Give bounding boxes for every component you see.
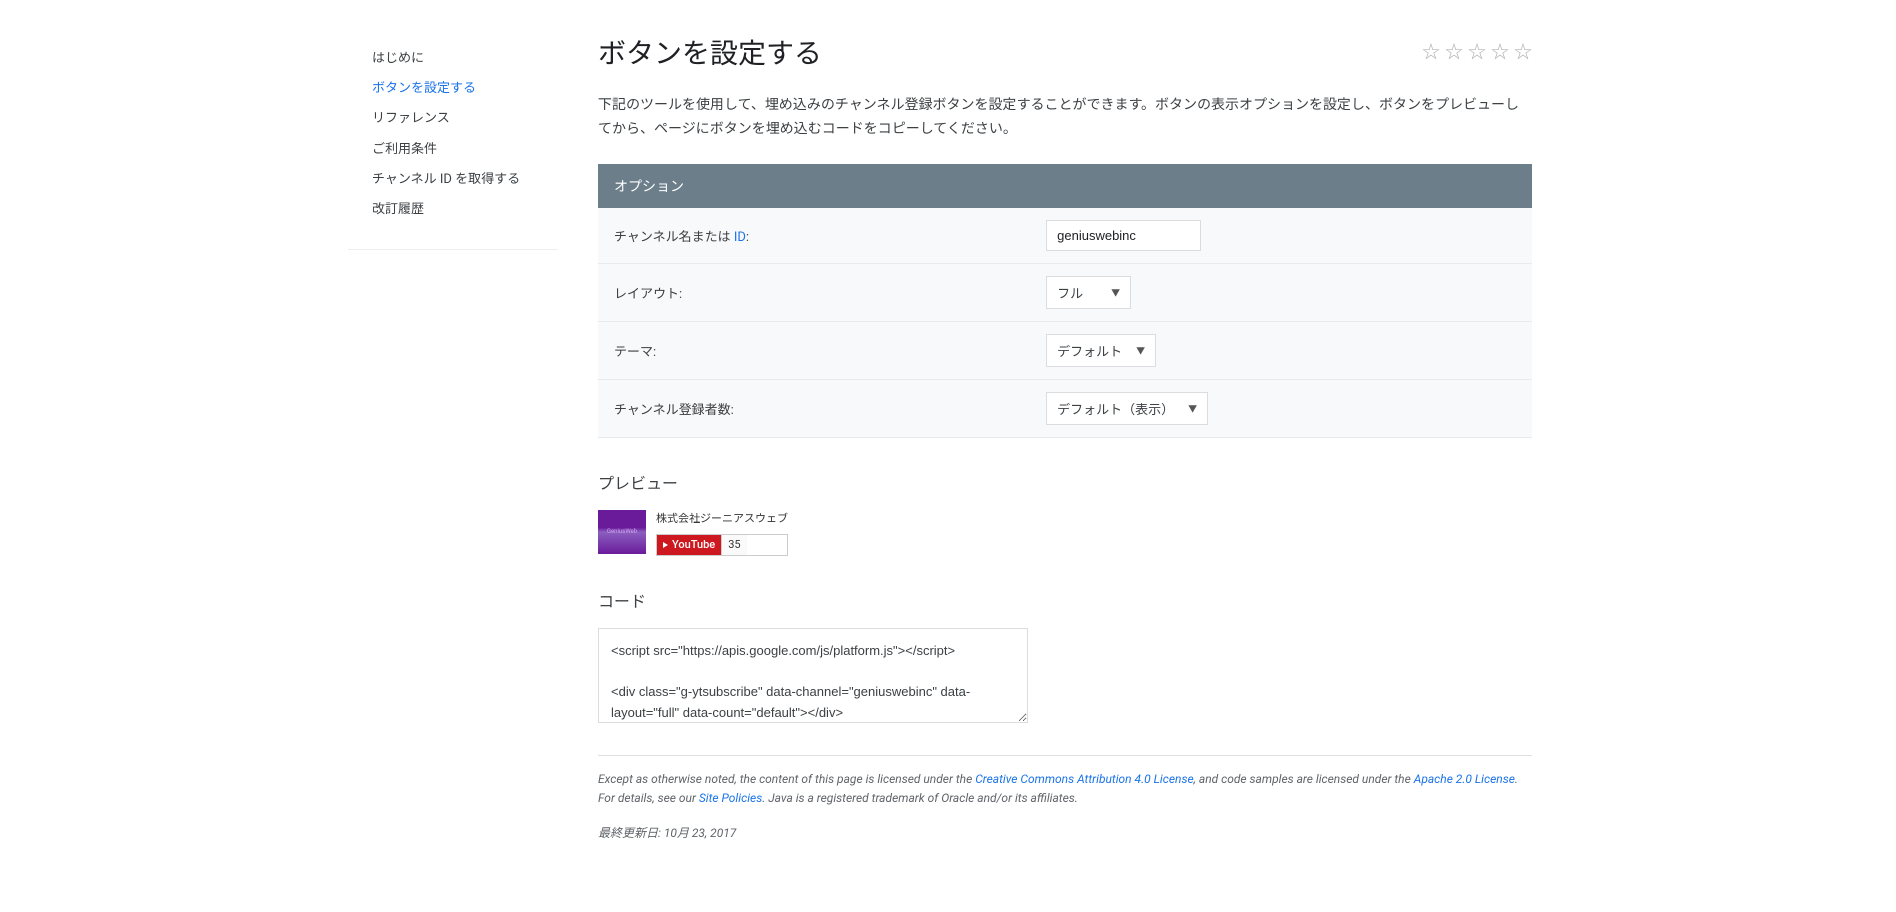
channel-name[interactable]: 株式会社ジーニアスウェブ	[656, 510, 788, 526]
chevron-down-icon: ▼	[1111, 286, 1120, 299]
subscribers-select[interactable]: デフォルト（表示） ▼	[1046, 392, 1208, 425]
play-icon	[663, 535, 668, 555]
youtube-label: YouTube	[672, 535, 715, 555]
subscribers-value: デフォルト（表示）	[1057, 399, 1174, 418]
sidebar-item-revision-history[interactable]: 改訂履歴	[364, 195, 558, 225]
rating-stars: ☆ ☆ ☆ ☆ ☆	[1422, 38, 1532, 64]
divider	[598, 755, 1532, 756]
star-icon[interactable]: ☆	[1422, 38, 1440, 64]
sidebar: はじめに ボタンを設定する リファレンス ご利用条件 チャンネル ID を取得す…	[348, 20, 558, 250]
intro-text: 下記のツールを使用して、埋め込みのチャンネル登録ボタンを設定することができます。…	[598, 94, 1532, 142]
layout-value: フル	[1057, 283, 1083, 302]
sidebar-item-intro[interactable]: はじめに	[364, 44, 558, 74]
channel-thumbnail[interactable]: GeniusWeb	[598, 510, 646, 554]
star-icon[interactable]: ☆	[1514, 38, 1532, 64]
code-heading: コード	[598, 588, 1532, 612]
preview-widget: GeniusWeb 株式会社ジーニアスウェブ YouTube 35	[598, 510, 1532, 556]
star-icon[interactable]: ☆	[1445, 38, 1463, 64]
subscriber-count: 35	[721, 535, 746, 555]
star-icon[interactable]: ☆	[1468, 38, 1486, 64]
main-content: ボタンを設定する ☆ ☆ ☆ ☆ ☆ 下記のツールを使用して、埋め込みのチャンネ…	[582, 20, 1548, 841]
license-text: Except as otherwise noted, the content o…	[598, 770, 1532, 808]
star-icon[interactable]: ☆	[1491, 38, 1509, 64]
theme-select[interactable]: デフォルト ▼	[1046, 334, 1156, 367]
page-title: ボタンを設定する	[598, 32, 822, 72]
id-link[interactable]: ID	[734, 230, 746, 245]
sidebar-item-channel-id[interactable]: チャンネル ID を取得する	[364, 165, 558, 195]
theme-value: デフォルト	[1057, 341, 1122, 360]
layout-label: レイアウト:	[598, 263, 1030, 321]
layout-select[interactable]: フル ▼	[1046, 276, 1131, 309]
preview-heading: プレビュー	[598, 470, 1532, 494]
site-policies-link[interactable]: Site Policies	[699, 791, 762, 805]
channel-input[interactable]	[1046, 220, 1201, 251]
chevron-down-icon: ▼	[1188, 402, 1197, 415]
youtube-subscribe-button[interactable]: YouTube 35	[656, 534, 788, 556]
code-textarea[interactable]	[598, 628, 1028, 723]
sidebar-item-reference[interactable]: リファレンス	[364, 104, 558, 134]
cc-license-link[interactable]: Creative Commons Attribution 4.0 License	[975, 772, 1193, 786]
sidebar-item-configure-button[interactable]: ボタンを設定する	[364, 74, 558, 104]
channel-label: チャンネル名または ID:	[598, 208, 1030, 264]
apache-license-link[interactable]: Apache 2.0 License	[1414, 772, 1515, 786]
theme-label: テーマ:	[598, 321, 1030, 379]
sidebar-item-terms[interactable]: ご利用条件	[364, 135, 558, 165]
options-table: オプション チャンネル名または ID: レイアウト: フル ▼	[598, 164, 1532, 438]
options-header: オプション	[598, 164, 1532, 208]
last-updated: 最終更新日: 10月 23, 2017	[598, 824, 1532, 841]
chevron-down-icon: ▼	[1136, 344, 1145, 357]
subscribers-label: チャンネル登録者数:	[598, 379, 1030, 437]
